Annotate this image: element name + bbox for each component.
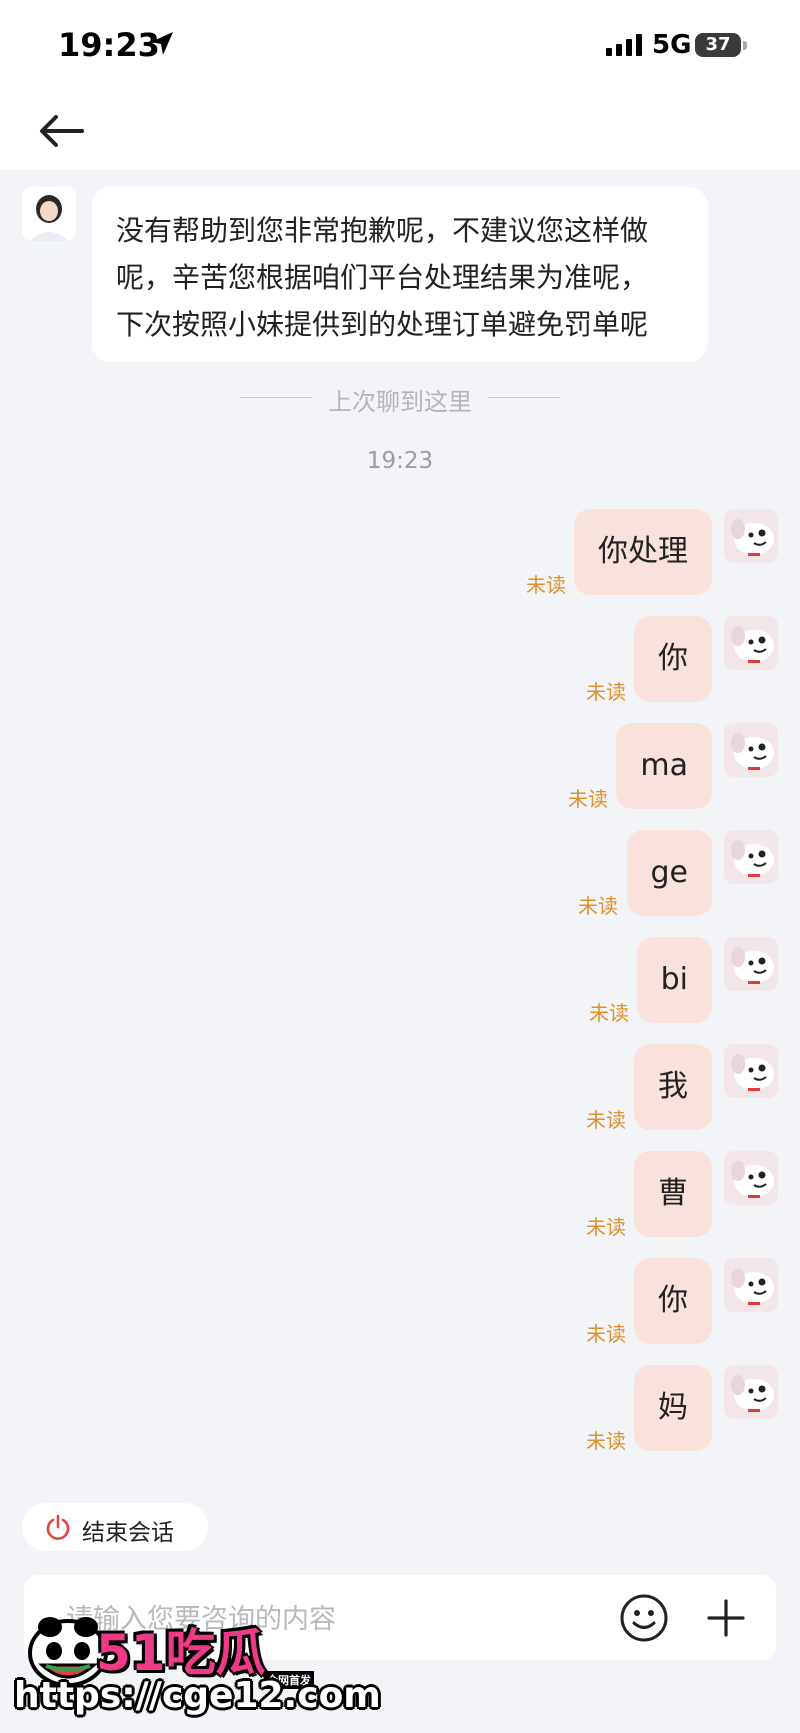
user-message-bubble[interactable]: 妈 (634, 1365, 712, 1451)
signal-icon (606, 34, 642, 56)
user-message-bubble[interactable]: 你 (634, 1258, 712, 1344)
user-avatar[interactable] (724, 1151, 778, 1205)
message-row: 你处理 未读 (0, 509, 800, 597)
dog-avatar-icon (724, 509, 778, 563)
dog-avatar-icon (724, 1365, 778, 1419)
user-avatar[interactable] (724, 723, 778, 777)
user-message-bubble[interactable]: 我 (634, 1044, 712, 1130)
message-row: 我未读 (0, 1044, 800, 1132)
message-timestamp: 19:23 (366, 448, 434, 474)
unread-status: 未读 (589, 1001, 629, 1025)
watermark-url: https://cge12.com (14, 1675, 381, 1716)
message-row: 曹未读 (0, 1151, 800, 1239)
user-avatar[interactable] (724, 830, 778, 884)
message-row: ge 未读 (0, 830, 800, 918)
user-avatar[interactable] (724, 1044, 778, 1098)
end-session-label: 结束会话 (82, 1520, 174, 1546)
user-message-bubble[interactable]: ma (616, 723, 712, 809)
divider-line-right (488, 397, 560, 398)
plus-icon[interactable] (700, 1592, 752, 1644)
message-row: 你未读 (0, 616, 800, 704)
end-session-button[interactable]: 结束会话 (22, 1503, 208, 1551)
chat-header (0, 92, 800, 170)
unread-status: 未读 (578, 894, 618, 918)
unread-status: 未读 (526, 573, 566, 597)
user-avatar[interactable] (724, 1258, 778, 1312)
unread-status: 未读 (586, 1322, 626, 1346)
user-message-bubble[interactable]: 你处理 (574, 509, 712, 595)
history-divider: 上次聊到这里 (0, 382, 800, 416)
unread-status: 未读 (568, 787, 608, 811)
message-row: 妈未读 (0, 1365, 800, 1453)
dog-avatar-icon (724, 937, 778, 991)
agent-portrait-icon (22, 187, 76, 241)
battery-level: 37 (705, 34, 731, 55)
unread-status: 未读 (586, 1108, 626, 1132)
user-message-bubble[interactable]: bi (636, 937, 712, 1023)
unread-status: 未读 (586, 680, 626, 704)
emoji-icon[interactable] (618, 1592, 670, 1644)
agent-message-bubble: 没有帮助到您非常抱歉呢，不建议您这样做 呢，辛苦您根据咱们平台处理结果为准呢， … (92, 187, 707, 362)
user-avatar[interactable] (724, 1365, 778, 1419)
user-avatar[interactable] (724, 509, 778, 563)
user-message-bubble[interactable]: ge (626, 830, 712, 916)
message-row: 你未读 (0, 1258, 800, 1346)
dog-avatar-icon (724, 1258, 778, 1312)
battery-icon: 37 (695, 33, 741, 57)
user-message-bubble[interactable]: 曹 (634, 1151, 712, 1237)
watermark: 51吃瓜 全网首发 https://cge12.com (0, 1603, 381, 1733)
user-message-bubble[interactable]: 你 (634, 616, 712, 702)
network-type: 5G (652, 30, 692, 60)
user-avatar[interactable] (724, 937, 778, 991)
agent-avatar[interactable] (22, 187, 76, 241)
back-arrow-icon[interactable] (34, 106, 88, 156)
agent-message-line: 下次按照小妹提供到的处理订单避免罚单呢 (116, 308, 649, 341)
message-row: bi 未读 (0, 937, 800, 1025)
message-row: ma 未读 (0, 723, 800, 811)
battery-tip (743, 41, 747, 50)
dog-avatar-icon (724, 1151, 778, 1205)
dog-avatar-icon (724, 723, 778, 777)
divider-text: 上次聊到这里 (328, 388, 472, 416)
power-icon (46, 1514, 70, 1540)
status-time: 19:23 (58, 26, 160, 64)
unread-status: 未读 (586, 1215, 626, 1239)
dog-avatar-icon (724, 1044, 778, 1098)
dog-avatar-icon (724, 830, 778, 884)
agent-message-line: 呢，辛苦您根据咱们平台处理结果为准呢， (116, 261, 649, 294)
location-arrow-icon (151, 32, 173, 55)
status-bar: 19:23 5G 37 (0, 0, 800, 92)
user-avatar[interactable] (724, 616, 778, 670)
unread-status: 未读 (586, 1429, 626, 1453)
agent-message-line: 没有帮助到您非常抱歉呢，不建议您这样做 (116, 214, 649, 247)
dog-avatar-icon (724, 616, 778, 670)
